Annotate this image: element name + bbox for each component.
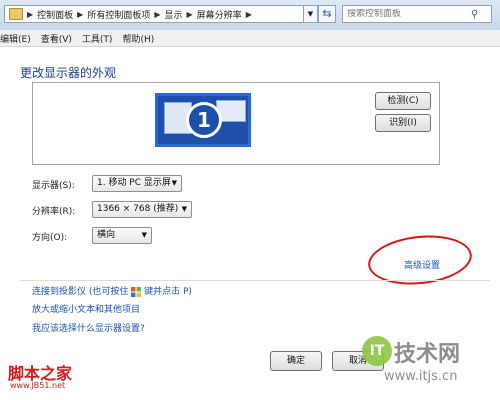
- search-input[interactable]: [347, 9, 467, 19]
- chevron-right-icon: ▶: [154, 9, 161, 19]
- monitor-icon[interactable]: 1: [155, 93, 251, 147]
- text-size-link[interactable]: 放大或缩小文本和其他项目: [32, 302, 140, 315]
- projector-link-text: 连接到投影仪 (也可按住: [32, 287, 129, 297]
- menu-help[interactable]: 帮助(H): [122, 32, 164, 45]
- menu-bar: 编辑(E) 查看(V) 工具(T) 帮助(H): [0, 30, 500, 47]
- divider: [20, 280, 490, 281]
- windows-logo-icon: [131, 286, 142, 297]
- breadcrumb-item[interactable]: 显示: [165, 8, 183, 21]
- orientation-label: 方向(O):: [32, 233, 68, 243]
- display-preview: 1 检测(C) 识别(I): [32, 82, 440, 165]
- refresh-icon[interactable]: ⇆: [318, 5, 336, 23]
- identify-button[interactable]: 识别(I): [375, 114, 431, 132]
- ok-button[interactable]: 确定: [270, 351, 322, 371]
- advanced-settings-link[interactable]: 高级设置: [404, 258, 440, 271]
- breadcrumb-item[interactable]: 屏幕分辨率: [197, 8, 242, 21]
- menu-view[interactable]: 查看(V): [41, 32, 82, 45]
- breadcrumb[interactable]: ▶ 控制面板 ▶ 所有控制面板项 ▶ 显示 ▶ 屏幕分辨率 ▶: [4, 5, 304, 23]
- menu-edit[interactable]: 编辑(E): [0, 32, 41, 45]
- page-title: 更改显示器的外观: [20, 66, 117, 80]
- which-settings-link[interactable]: 我应该选择什么显示器设置?: [32, 321, 145, 334]
- resolution-label: 分辨率(R):: [32, 207, 76, 217]
- breadcrumb-item[interactable]: 控制面板: [37, 8, 73, 21]
- monitor-number: 1: [186, 102, 222, 138]
- display-select-value: 1. 移动 PC 显示屏: [97, 178, 171, 188]
- site-logo-badge: IT: [362, 336, 392, 366]
- search-box[interactable]: ⚲: [342, 5, 492, 23]
- address-bar: ▶ 控制面板 ▶ 所有控制面板项 ▶ 显示 ▶ 屏幕分辨率 ▶ ▼ ⇆ ⚲: [0, 0, 500, 31]
- display-select[interactable]: 1. 移动 PC 显示屏 ▼: [92, 175, 182, 192]
- chevron-right-icon: ▶: [27, 9, 34, 19]
- menu-tools[interactable]: 工具(T): [82, 32, 123, 45]
- display-label: 显示器(S):: [32, 181, 75, 191]
- history-dropdown-icon[interactable]: ▼: [304, 5, 318, 23]
- orientation-select[interactable]: 横向 ▼: [92, 227, 152, 244]
- projector-link[interactable]: 连接到投影仪 (也可按住 键并点击 P): [32, 284, 192, 297]
- orientation-select-value: 横向: [97, 230, 116, 240]
- site-watermark: 技术网: [394, 342, 461, 367]
- chevron-right-icon: ▶: [245, 9, 252, 19]
- site-watermark-url: www.itjs.cn: [384, 369, 458, 384]
- chevron-right-icon: ▶: [77, 9, 84, 19]
- projector-link-suffix: 键并点击 P): [144, 287, 192, 297]
- chevron-right-icon: ▶: [186, 9, 193, 19]
- resolution-select[interactable]: 1366 × 768 (推荐) ▼: [92, 201, 192, 218]
- chevron-down-icon: ▼: [181, 205, 187, 213]
- resolution-select-value: 1366 × 768 (推荐): [97, 204, 179, 214]
- chevron-down-icon: ▼: [141, 231, 147, 239]
- folder-icon: [9, 8, 23, 20]
- search-icon[interactable]: ⚲: [471, 9, 478, 20]
- breadcrumb-item[interactable]: 所有控制面板项: [87, 8, 150, 21]
- detect-button[interactable]: 检测(C): [375, 92, 431, 110]
- site-watermark-url: www.JB51.net: [10, 381, 66, 390]
- chevron-down-icon: ▼: [171, 179, 177, 187]
